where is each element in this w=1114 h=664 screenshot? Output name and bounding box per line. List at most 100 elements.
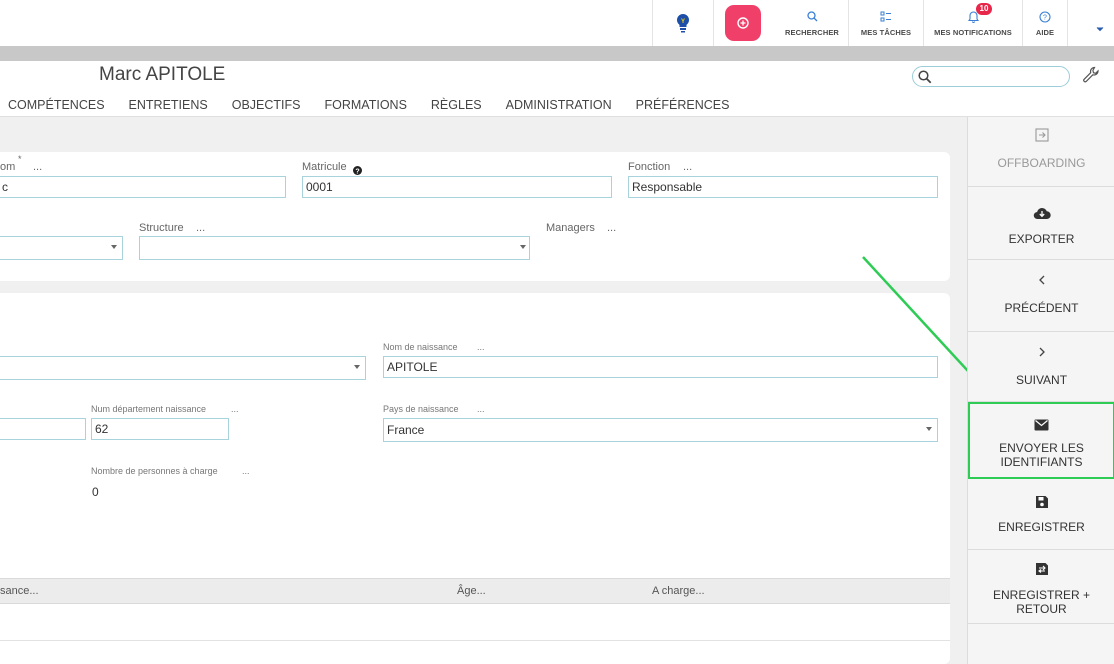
chevron-down-icon	[354, 365, 360, 369]
svg-text:?: ?	[355, 168, 359, 175]
birth-left-field[interactable]	[0, 418, 86, 440]
employee-header: Marc APITOLE COMPÉTENCES ENTRETIENS OBJE…	[0, 61, 1114, 117]
idea-button[interactable]: Y	[653, 0, 713, 46]
pays-value: France	[387, 423, 425, 437]
required-mark: *	[18, 154, 22, 164]
wrench-icon[interactable]	[1082, 66, 1100, 89]
nom-naissance-dots[interactable]: ...	[477, 342, 485, 352]
offboarding-button[interactable]: OFFBOARDING	[968, 117, 1114, 187]
chevron-down-icon	[926, 427, 932, 431]
personnes-charge-dots[interactable]: ...	[242, 466, 250, 476]
column-header[interactable]: sance...	[0, 585, 39, 597]
employee-name: Marc APITOLE	[99, 64, 226, 85]
save-and-return-button[interactable]: ENREGISTRER + RETOUR	[968, 550, 1114, 624]
pays-select[interactable]: France	[383, 418, 938, 442]
send-credentials-label-line2: IDENTIFIANTS	[1000, 455, 1083, 469]
search-icon	[806, 10, 818, 24]
save-return-icon	[1035, 561, 1049, 577]
birth-select[interactable]	[0, 356, 366, 380]
save-and-return-label-line2: RETOUR	[1016, 602, 1067, 616]
quick-action-button[interactable]	[714, 0, 772, 46]
header-search-input[interactable]	[912, 66, 1070, 87]
tab-objectifs[interactable]: OBJECTIFS	[232, 98, 301, 112]
tasks-icon	[880, 10, 892, 24]
export-button[interactable]: EXPORTER	[968, 188, 1114, 260]
num-dept-dots[interactable]: ...	[231, 404, 239, 414]
cloud-download-icon	[1033, 205, 1051, 221]
tasks-button[interactable]: MES TÂCHES	[849, 0, 923, 46]
nom-naissance-label: Nom de naissance	[383, 342, 458, 352]
structure-select[interactable]	[139, 236, 530, 260]
managers-dots[interactable]: ...	[607, 222, 616, 234]
chevron-down-icon[interactable]	[1096, 19, 1104, 37]
fonction-dots[interactable]: ...	[683, 161, 692, 173]
search-menu-label: RECHERCHER	[785, 27, 839, 37]
structure-label: Structure	[139, 222, 184, 234]
search-menu-button[interactable]: RECHERCHER	[778, 0, 846, 46]
chevron-left-icon	[1038, 272, 1046, 288]
first-select[interactable]	[0, 236, 123, 260]
send-credentials-label-line1: ENVOYER LES	[999, 441, 1084, 455]
help-button[interactable]: ? AIDE	[1023, 0, 1067, 46]
identity-card: om * ... c Matricule ? 0001 Fonction ...…	[0, 152, 950, 281]
matricule-field[interactable]: 0001	[302, 176, 612, 198]
nom-label: om	[0, 161, 16, 173]
tab-bar: COMPÉTENCES ENTRETIENS OBJECTIFS FORMATI…	[8, 98, 753, 112]
tab-administration[interactable]: ADMINISTRATION	[506, 98, 612, 112]
table-row	[0, 604, 950, 641]
nom-field[interactable]: c	[0, 176, 286, 198]
num-dept-field[interactable]: 62	[91, 418, 229, 440]
bell-icon: 10	[967, 2, 993, 24]
tab-competences[interactable]: COMPÉTENCES	[8, 98, 105, 112]
tasks-label: MES TÂCHES	[860, 27, 912, 37]
notifications-button[interactable]: 10 MES NOTIFICATIONS	[924, 0, 1022, 46]
floppy-disk-icon	[1035, 494, 1049, 510]
notifications-label: MES NOTIFICATIONS	[934, 27, 1012, 37]
top-bar: Y RECHERCHER MES TÂCHES 10 MES NOTIFICAT…	[0, 0, 1114, 46]
action-panel: OFFBOARDING EXPORTER PRÉCÉDENT SUIVANT E…	[967, 117, 1114, 664]
divider-bar	[0, 46, 1114, 61]
add-circle-icon	[725, 5, 761, 41]
svg-text:Y: Y	[681, 19, 685, 25]
tab-preferences[interactable]: PRÉFÉRENCES	[636, 98, 730, 112]
column-header[interactable]: A charge...	[652, 585, 705, 597]
next-button[interactable]: SUIVANT	[968, 333, 1114, 402]
exit-icon	[1034, 127, 1049, 143]
lightbulb-icon: Y	[676, 13, 690, 33]
main-content: om * ... c Matricule ? 0001 Fonction ...…	[0, 117, 986, 664]
save-button[interactable]: ENREGISTRER	[968, 479, 1114, 550]
previous-button[interactable]: PRÉCÉDENT	[968, 261, 1114, 332]
column-header[interactable]: Âge...	[457, 585, 486, 597]
tab-entretiens[interactable]: ENTRETIENS	[129, 98, 208, 112]
mail-icon	[1034, 417, 1049, 433]
managers-label: Managers	[546, 222, 595, 234]
help-label: AIDE	[1035, 27, 1055, 37]
personnes-charge-value: 0	[92, 485, 99, 499]
chevron-right-icon	[1038, 344, 1046, 360]
save-label: ENREGISTRER	[998, 520, 1085, 534]
separator	[1067, 0, 1068, 46]
next-label: SUIVANT	[1015, 373, 1068, 387]
matricule-label: Matricule	[302, 161, 347, 173]
nom-dots[interactable]: ...	[33, 161, 42, 173]
tab-formations[interactable]: FORMATIONS	[325, 98, 407, 112]
pays-dots[interactable]: ...	[477, 404, 485, 414]
children-table-header: sance... Âge... A charge...	[0, 578, 950, 604]
offboarding-label: OFFBOARDING	[997, 156, 1086, 170]
help-icon: ?	[1039, 10, 1051, 24]
previous-label: PRÉCÉDENT	[1004, 301, 1079, 315]
chevron-down-icon	[520, 245, 526, 249]
tab-regles[interactable]: RÈGLES	[431, 98, 482, 112]
fonction-field[interactable]: Responsable	[628, 176, 938, 198]
search-icon	[918, 70, 932, 84]
svg-text:?: ?	[1043, 14, 1047, 21]
personnes-charge-label: Nombre de personnes à charge	[91, 466, 218, 476]
notification-count-badge: 10	[975, 2, 993, 15]
export-label: EXPORTER	[1008, 232, 1075, 246]
save-and-return-label-line1: ENREGISTRER +	[992, 588, 1091, 602]
birth-card: Nom de naissance ... APITOLE Num départe…	[0, 293, 950, 664]
send-credentials-button[interactable]: ENVOYER LES IDENTIFIANTS	[968, 402, 1114, 479]
pays-label: Pays de naissance	[383, 404, 459, 414]
chevron-down-icon	[111, 245, 117, 249]
structure-dots[interactable]: ...	[196, 222, 205, 234]
